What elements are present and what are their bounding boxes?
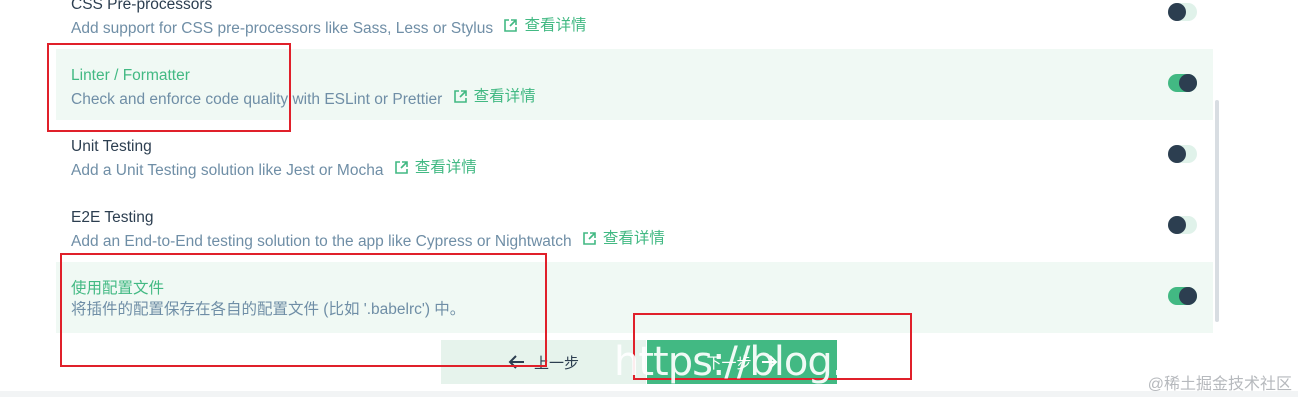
feature-toggle[interactable] bbox=[1168, 145, 1197, 163]
feature-description-text: Add support for CSS pre-processors like … bbox=[71, 20, 494, 37]
external-link-icon bbox=[394, 161, 408, 174]
feature-name: CSS Pre-processors bbox=[71, 0, 213, 13]
feature-item-e2e-testing[interactable]: E2E Testing Add an End-to-End testing so… bbox=[56, 191, 1213, 262]
list-scrollbar[interactable] bbox=[1215, 100, 1219, 322]
feature-item-css-preprocessors[interactable]: CSS Pre-processors Add support for CSS p… bbox=[56, 0, 1213, 49]
feature-details-link[interactable]: 查看详情 bbox=[453, 86, 536, 107]
url-watermark: https://blog.c bbox=[614, 339, 865, 385]
toggle-knob bbox=[1179, 287, 1197, 305]
toggle-knob bbox=[1179, 74, 1197, 92]
feature-toggle[interactable] bbox=[1168, 74, 1197, 92]
feature-toggle[interactable] bbox=[1168, 216, 1197, 234]
feature-name: E2E Testing bbox=[71, 209, 154, 226]
feature-description-text: Add a Unit Testing solution like Jest or… bbox=[71, 162, 384, 179]
external-link-icon bbox=[453, 90, 467, 103]
toggle-knob bbox=[1168, 145, 1186, 163]
external-link-icon bbox=[583, 232, 596, 245]
toggle-knob bbox=[1168, 3, 1186, 21]
vue-ui-feature-selection: CSS Pre-processors Add support for CSS p… bbox=[0, 0, 1298, 397]
feature-details-link[interactable]: 查看详情 bbox=[582, 228, 665, 249]
feature-toggle[interactable] bbox=[1168, 287, 1197, 305]
feature-description: Add an End-to-End testing solution to th… bbox=[71, 228, 1213, 252]
feature-description: Add support for CSS pre-processors like … bbox=[71, 15, 1213, 39]
feature-description: Add a Unit Testing solution like Jest or… bbox=[71, 157, 1213, 181]
annotation-box-config-files bbox=[60, 253, 547, 367]
annotation-box-linter bbox=[47, 43, 291, 132]
feature-details-label: 查看详情 bbox=[602, 230, 665, 247]
feature-description-text: Add an End-to-End testing solution to th… bbox=[71, 233, 572, 250]
bottom-divider bbox=[0, 391, 1298, 397]
toggle-knob bbox=[1168, 216, 1186, 234]
feature-details-label: 查看详情 bbox=[414, 159, 477, 176]
feature-details-link[interactable]: 查看详情 bbox=[394, 157, 477, 178]
external-link-icon bbox=[504, 19, 518, 32]
feature-details-label: 查看详情 bbox=[524, 17, 587, 34]
feature-name: Unit Testing bbox=[71, 138, 152, 155]
feature-details-label: 查看详情 bbox=[473, 88, 536, 105]
feature-toggle[interactable] bbox=[1168, 3, 1197, 21]
feature-details-link[interactable]: 查看详情 bbox=[503, 15, 586, 36]
